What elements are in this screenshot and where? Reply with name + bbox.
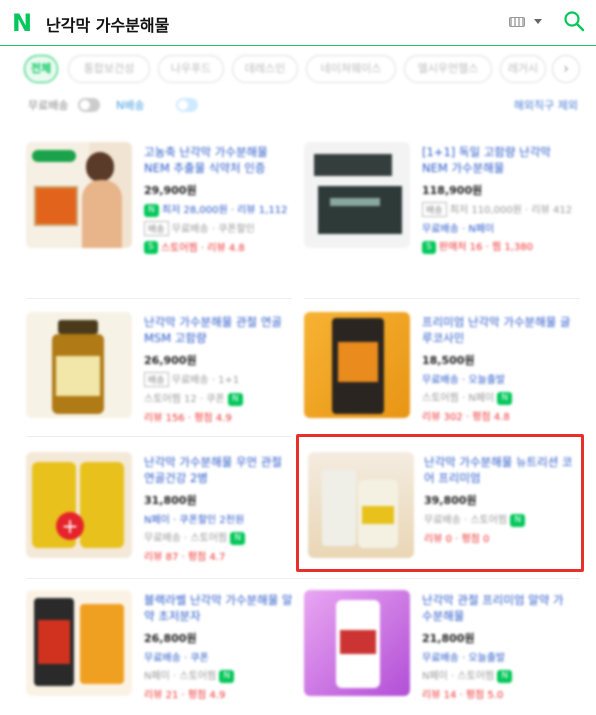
naver-logo[interactable]: N — [12, 11, 36, 35]
product-price: 21,800원 — [422, 632, 475, 645]
divider — [26, 298, 292, 299]
divider — [26, 578, 580, 579]
free-shipping-label: 무료배송 — [28, 99, 69, 112]
product-meta: N페이 · 스토어찜 N — [422, 667, 574, 683]
chevron-down-icon[interactable] — [534, 19, 542, 24]
product-thumbnail[interactable] — [26, 142, 132, 248]
product-info: 난각막 관절 프리미엄 알약 가수분해물 21,800원 무료배송 · 오늘출발… — [422, 592, 574, 701]
chip-filter[interactable]: 엘시우먼헬스 — [404, 55, 492, 83]
chevron-right-icon[interactable]: › — [552, 55, 580, 83]
product-meta: 배송 최저 110,000원 · 리뷰 412 — [422, 201, 574, 217]
product-price: 26,800원 — [144, 632, 197, 645]
store-badge: N — [497, 391, 513, 405]
product-meta: 무료배송 · 오늘출발 — [422, 653, 506, 664]
product-thumbnail[interactable] — [304, 312, 410, 418]
product-info: [1+1] 독일 고함량 난각막 NEM 가수분해물 118,900원 배송 최… — [422, 144, 574, 254]
product-info: 난각막 가수분해물 우먼 관절 연골건강 2병 31,800원 N페이 · 쿠폰… — [144, 454, 296, 563]
store-badge: S — [422, 240, 436, 254]
shipping-tag: 배송 — [422, 202, 447, 217]
n-delivery-label: N배송 — [116, 99, 145, 112]
n-pay-badge: N — [144, 203, 159, 217]
store-badge: S — [144, 241, 158, 254]
free-shipping-toggle[interactable] — [78, 98, 100, 112]
product-price: 31,800원 — [144, 494, 197, 507]
search-query-text[interactable]: 난각막 가수분해물 — [46, 12, 169, 36]
product-price: 118,900원 — [422, 184, 483, 197]
product-card[interactable]: 고농축 난각막 가수분해물 NEM 추출물 식약처 인증 29,900원 N 최… — [26, 142, 302, 292]
product-info: 난각막 가수분해물 관절 연골 MSM 고함량 26,900원 배송 무료배송 … — [144, 314, 296, 424]
options-row: 무료배송 N배송 해외직구 제외 — [28, 94, 578, 116]
product-info: 고농축 난각막 가수분해물 NEM 추출물 식약처 인증 29,900원 N 최… — [144, 144, 296, 254]
store-badge: N — [230, 531, 246, 545]
product-price: 26,900원 — [144, 354, 197, 367]
chip-filter[interactable]: 데레스인 — [232, 55, 298, 83]
product-meta: S 스토어찜 · 리뷰 4.8 — [144, 239, 296, 254]
product-meta: 배송 무료배송 · 쿠폰할인 — [144, 220, 296, 236]
product-price: 18,500원 — [422, 354, 475, 367]
product-thumbnail[interactable] — [26, 312, 132, 418]
product-meta: 스토어찜 12 · 쿠폰 N — [144, 390, 296, 406]
product-card[interactable]: 난각막 관절 프리미엄 알약 가수분해물 21,800원 무료배송 · 오늘출발… — [304, 590, 580, 715]
chip-filter[interactable]: 통합보건성 — [68, 55, 150, 83]
product-meta: 리뷰 14 · 평점 5.0 — [422, 689, 504, 701]
product-meta: 리뷰 156 · 평점 4.9 — [144, 412, 232, 424]
product-info: 프리미엄 난각막 가수분해물 글루코사민 18,500원 무료배송 · 오늘출발… — [422, 314, 574, 423]
product-meta: N페이 · 쿠폰할인 2천원 — [144, 515, 245, 526]
chip-filter[interactable]: 나우푸드 — [158, 55, 224, 83]
divider — [304, 298, 580, 299]
product-price: 29,900원 — [144, 184, 197, 197]
product-meta: 무료배송 · 쿠폰 — [144, 653, 209, 664]
chip-filter[interactable]: 네이쳐웨이스 — [306, 55, 396, 83]
product-meta: 무료배송 · 스토어찜 N — [144, 529, 296, 545]
product-meta: 무료배송 · 오늘출발 — [422, 375, 506, 386]
divider — [26, 436, 292, 437]
top-header: N 난각막 가수분해물 — [0, 0, 596, 46]
filter-chip-bar: 전체 통합보건성 나우푸드 데레스인 네이쳐웨이스 엘시우먼헬스 레거시 › — [20, 53, 586, 87]
product-title[interactable]: 난각막 가수분해물 우먼 관절 연골건강 2병 — [144, 454, 296, 488]
product-title[interactable]: 난각막 가수분해물 관절 연골 MSM 고함량 — [144, 314, 296, 348]
product-info: 블랙라벨 난각막 가수분해물 알약 초저분자 26,800원 무료배송 · 쿠폰… — [144, 592, 296, 701]
product-title[interactable]: 블랙라벨 난각막 가수분해물 알약 초저분자 — [144, 592, 296, 626]
product-title[interactable]: 난각막 관절 프리미엄 알약 가수분해물 — [422, 592, 574, 626]
chip-all[interactable]: 전체 — [24, 55, 58, 83]
product-card[interactable]: [1+1] 독일 고함량 난각막 NEM 가수분해물 118,900원 배송 최… — [304, 142, 580, 292]
product-thumbnail[interactable] — [304, 590, 410, 696]
product-meta: 리뷰 87 · 평점 4.7 — [144, 551, 226, 563]
product-card[interactable]: + 난각막 가수분해물 우먼 관절 연골건강 2병 31,800원 N페이 · … — [26, 452, 302, 602]
n-delivery-toggle[interactable] — [176, 98, 198, 112]
product-title[interactable]: [1+1] 독일 고함량 난각막 NEM 가수분해물 — [422, 144, 574, 178]
store-badge: N — [219, 669, 235, 683]
product-card[interactable]: 난각막 가수분해물 관절 연골 MSM 고함량 26,900원 배송 무료배송 … — [26, 312, 302, 462]
product-meta: N 최저 28,000원 · 리뷰 1,112 — [144, 201, 296, 217]
product-card[interactable]: 블랙라벨 난각막 가수분해물 알약 초저분자 26,800원 무료배송 · 쿠폰… — [26, 590, 302, 715]
product-meta: S 판매처 16 · 찜 1,380 — [422, 238, 574, 254]
product-title[interactable]: 고농축 난각막 가수분해물 NEM 추출물 식약처 인증 — [144, 144, 296, 178]
product-meta: 배송 무료배송 · 1+1 — [144, 371, 296, 387]
product-meta: 리뷰 21 · 평점 4.9 — [144, 689, 226, 701]
exclude-overseas-link[interactable]: 해외직구 제외 — [514, 97, 578, 113]
highlight-box — [296, 434, 584, 572]
product-meta: N페이 · 스토어찜 N — [144, 667, 296, 683]
product-meta: 무료배송 · N페이 — [422, 224, 495, 235]
chip-filter[interactable]: 레거시 — [500, 55, 546, 83]
product-thumbnail[interactable] — [26, 590, 132, 696]
product-title[interactable]: 프리미엄 난각막 가수분해물 글루코사민 — [422, 314, 574, 348]
store-badge: N — [497, 669, 513, 683]
product-meta: 리뷰 302 · 평점 4.8 — [422, 411, 510, 423]
product-thumbnail[interactable] — [304, 142, 410, 248]
search-icon[interactable] — [563, 10, 585, 32]
product-meta: 스토어찜 · N페이 N — [422, 389, 574, 405]
keyboard-icon[interactable] — [509, 17, 525, 27]
shipping-tag: 배송 — [144, 372, 169, 387]
product-thumbnail[interactable]: + — [26, 452, 132, 558]
store-badge: N — [227, 392, 243, 406]
shipping-tag: 배송 — [144, 220, 169, 236]
